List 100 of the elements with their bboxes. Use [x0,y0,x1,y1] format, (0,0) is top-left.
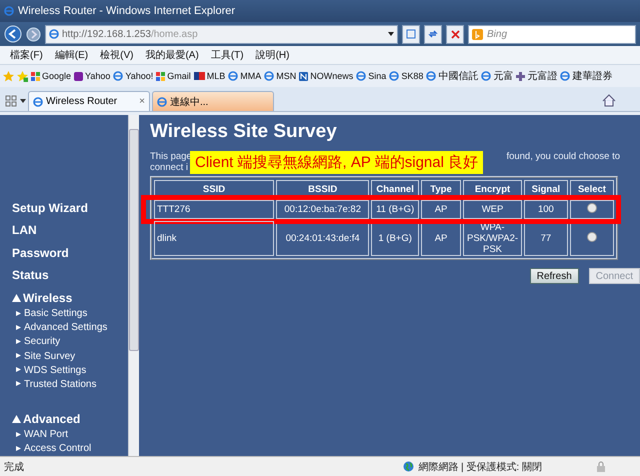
browser-page-icon [481,71,492,81]
table-cell: AP [420,221,462,256]
star-icon[interactable] [3,70,14,82]
table-cell: dlink [154,221,274,256]
yahoo-logo-icon [74,72,84,80]
menu-item[interactable]: 說明(H) [256,48,290,62]
scrollbar[interactable] [128,115,139,456]
close-icon [450,30,460,38]
sidebar-item[interactable]: Site Survey [12,349,128,364]
description-text: found, you could choose to [506,151,620,162]
sidebar-link[interactable]: Password [12,244,128,268]
browser-page-icon [389,71,400,81]
favorite-link[interactable]: Yahoo [74,71,110,81]
page-square-icon [406,29,416,39]
up-triangle-icon [12,415,21,424]
back-icon[interactable] [4,25,22,43]
add-star-icon[interactable] [17,70,28,82]
browser-page-icon [113,71,124,81]
browser-page-icon [49,29,59,39]
tab-close-glyph[interactable]: × [139,96,145,107]
bullet-icon [16,446,21,452]
sidebar-item[interactable]: Advanced Settings [12,320,128,335]
favorite-link[interactable]: Sina [356,71,386,81]
tab-list-icon[interactable] [4,94,18,108]
sidebar-link[interactable]: Status [12,267,128,290]
select-radio[interactable] [586,232,597,242]
sidebar-section[interactable]: Wireless [12,290,128,306]
browser-page-icon [157,96,167,106]
refresh-icon [428,29,438,39]
bullet-icon [16,310,21,317]
favorite-link[interactable]: MLB [194,71,226,81]
favorite-link[interactable]: MMA [228,71,262,81]
dropdown-caret-icon[interactable] [388,32,394,36]
favorite-link[interactable]: 元富 [481,69,514,83]
bullet-icon [16,381,21,388]
favorite-link[interactable]: 元富證 [516,69,558,83]
bullet-icon [16,324,21,331]
browser-tab[interactable]: Wireless Router × [28,91,150,111]
column-header: SSID [154,180,274,198]
sidebar-link[interactable]: Setup Wizard [12,200,128,222]
table-cell: 11 (B+G) [371,200,419,219]
up-triangle-icon [12,294,21,302]
favorite-link[interactable]: Google [31,71,72,81]
colored-squares-icon [156,72,166,80]
table-cell: 00:12:0e:ba:7e:82 [276,200,370,219]
column-header: Type [420,180,462,198]
batter-logo-icon [194,72,205,80]
menu-item[interactable]: 工具(T) [210,48,244,62]
browser-page-icon [228,71,238,81]
sidebar-section[interactable]: Advanced [12,411,128,428]
sidebar-link[interactable]: LAN [12,222,128,245]
table-cell: 100 [524,200,568,219]
action-button[interactable]: Refresh [530,268,579,284]
caret-icon[interactable] [20,99,26,103]
refresh-button[interactable] [424,24,442,44]
sidebar-item[interactable]: Basic Settings [12,306,128,321]
menu-item[interactable]: 編輯(E) [54,48,88,62]
search-field[interactable]: Bing [468,24,636,44]
forward-icon[interactable] [26,26,41,42]
bullet-icon [16,367,21,374]
select-radio[interactable] [586,203,597,213]
browser-page-icon [560,71,570,81]
stop-button[interactable] [446,24,464,44]
favorite-link[interactable]: Yahoo! [113,71,154,81]
address-field[interactable]: http://192.168.1.253/home.asp [45,24,398,44]
sidebar-item[interactable]: Access Control [12,442,128,456]
favorite-link[interactable]: NOWnews [299,71,354,81]
column-header: Signal [524,180,568,198]
url-text: http://192.168.1.253/home.asp [62,28,198,40]
sidebar-item[interactable]: Trusted Stations [12,377,128,392]
browser-page-icon [4,6,14,16]
home-icon[interactable] [602,94,616,107]
sidebar-item[interactable]: WDS Settings [12,363,128,378]
bullet-icon [16,432,21,438]
bullet-icon [16,353,21,360]
column-header: Encrypt [463,180,522,198]
description-text: connect i [150,162,188,173]
sidebar-item[interactable]: Security [12,334,128,349]
favorite-link[interactable]: 中國信託 [426,69,478,83]
table-cell: 00:24:01:43:de:f4 [276,221,370,256]
browser-page-icon [264,71,274,81]
browser-page-icon [33,96,43,106]
favorite-link[interactable]: MSN [264,71,296,81]
column-header: BSSID [276,180,370,198]
compatibility-button[interactable] [402,24,420,44]
sidebar-item[interactable]: WAN Port [12,428,128,442]
favorite-link[interactable]: Gmail [156,71,191,81]
menu-item[interactable]: 我的最愛(A) [145,48,199,62]
window-title: Wireless Router - Windows Internet Explorer [18,5,236,17]
menu-item[interactable]: 檢視(V) [100,48,134,62]
favorite-link[interactable]: SK88 [389,71,424,81]
browser-tab[interactable]: 連線中... [152,91,274,111]
news-logo-icon [299,72,308,80]
browser-page-icon [356,71,366,81]
browser-page-icon [426,71,436,81]
table-cell: AP [420,200,462,219]
bullet-icon [16,338,21,345]
menu-item[interactable]: 檔案(F) [10,48,43,62]
favorite-link[interactable]: 建華證券 [560,69,612,83]
search-placeholder: Bing [487,28,508,40]
